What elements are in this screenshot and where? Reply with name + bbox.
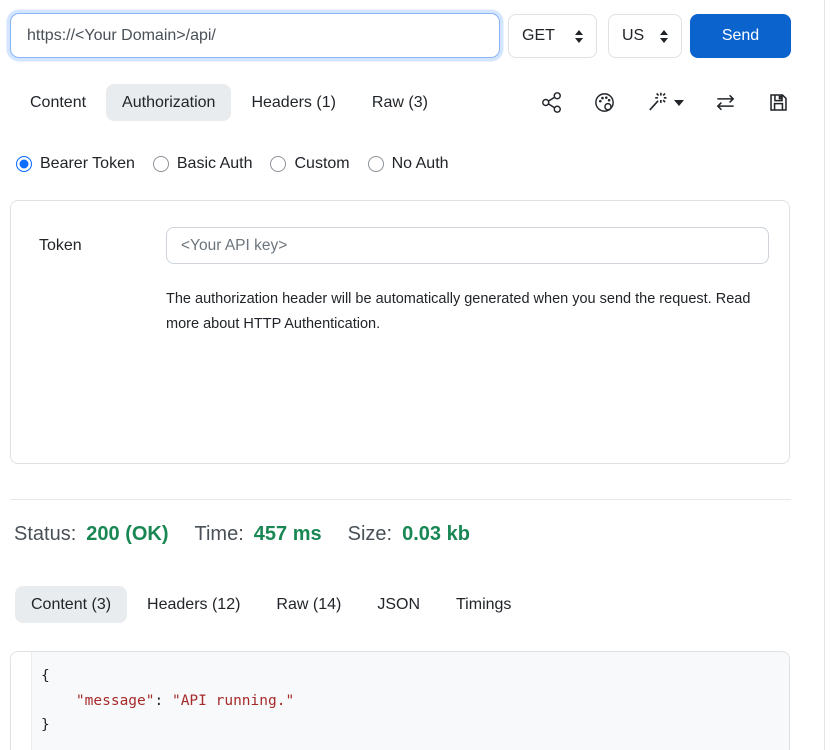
tab-authorization[interactable]: Authorization (106, 84, 231, 121)
radio-unselected-icon (153, 156, 169, 172)
radio-unselected-icon (368, 156, 384, 172)
url-input[interactable] (10, 13, 500, 58)
tab-response-timings[interactable]: Timings (440, 586, 527, 623)
radio-selected-icon (16, 156, 32, 172)
status-group: Status: 200 (OK) (14, 523, 169, 546)
chevron-down-icon (674, 100, 684, 106)
swap-arrows-icon[interactable] (714, 91, 737, 114)
tab-content[interactable]: Content (14, 84, 102, 121)
token-label: Token (39, 237, 82, 255)
radio-basic-auth[interactable]: Basic Auth (153, 155, 253, 173)
status-value: 200 (OK) (86, 523, 168, 546)
auth-type-options: Bearer Token Basic Auth Custom No Auth (16, 150, 449, 178)
response-body-block: { "message": "API running." } (10, 651, 790, 750)
json-line: "message": "API running." (41, 689, 779, 714)
time-group: Time: 457 ms (195, 523, 322, 546)
select-arrows-icon (575, 30, 583, 43)
share-icon[interactable] (540, 91, 563, 114)
time-value: 457 ms (254, 523, 322, 546)
tab-response-json[interactable]: JSON (361, 586, 436, 623)
tab-response-headers[interactable]: Headers (12) (131, 586, 256, 623)
request-tabs: Content Authorization Headers (1) Raw (3… (14, 84, 444, 121)
json-close-brace: } (41, 717, 50, 733)
select-arrows-icon (660, 30, 668, 43)
json-line: } (41, 713, 779, 738)
json-indent (41, 693, 76, 709)
token-input[interactable] (166, 227, 769, 264)
time-label: Time: (195, 523, 244, 546)
bearer-token-panel: Token The authorization header will be a… (10, 200, 790, 464)
save-icon[interactable] (767, 91, 790, 114)
magic-wand-icon[interactable] (646, 91, 684, 114)
radio-label: Basic Auth (177, 155, 253, 173)
section-divider (10, 499, 791, 500)
token-help-text: The authorization header will be automat… (166, 287, 758, 337)
size-label: Size: (348, 523, 392, 546)
tab-raw[interactable]: Raw (3) (356, 84, 444, 121)
code-area: { "message": "API running." } (32, 652, 789, 750)
api-tester-page: GET US Send Content Authorization Header… (0, 0, 837, 750)
tab-headers[interactable]: Headers (1) (235, 84, 351, 121)
response-summary: Status: 200 (OK) Time: 457 ms Size: 0.03… (14, 523, 470, 546)
response-tabs: Content (3) Headers (12) Raw (14) JSON T… (15, 586, 527, 623)
code-gutter (11, 652, 32, 750)
radio-no-auth[interactable]: No Auth (368, 155, 449, 173)
json-line: { (41, 664, 779, 689)
json-colon: : (155, 693, 172, 709)
json-open-brace: { (41, 668, 50, 684)
radio-custom[interactable]: Custom (270, 155, 349, 173)
right-edge-divider (824, 0, 825, 750)
json-value: "API running." (172, 693, 294, 709)
palette-icon[interactable] (593, 91, 616, 114)
tab-response-content[interactable]: Content (3) (15, 586, 127, 623)
radio-label: No Auth (392, 155, 449, 173)
radio-bearer-token[interactable]: Bearer Token (16, 155, 135, 173)
method-select[interactable]: GET (508, 14, 597, 58)
method-select-value: GET (522, 27, 555, 45)
region-select[interactable]: US (608, 14, 682, 58)
tab-response-raw[interactable]: Raw (14) (260, 586, 357, 623)
size-group: Size: 0.03 kb (348, 523, 470, 546)
status-label: Status: (14, 523, 76, 546)
request-toolbar (540, 90, 790, 115)
region-select-value: US (622, 27, 644, 45)
radio-label: Custom (294, 155, 349, 173)
send-button[interactable]: Send (690, 14, 791, 58)
radio-label: Bearer Token (40, 155, 135, 173)
json-key: "message" (76, 693, 155, 709)
radio-unselected-icon (270, 156, 286, 172)
size-value: 0.03 kb (402, 523, 470, 546)
